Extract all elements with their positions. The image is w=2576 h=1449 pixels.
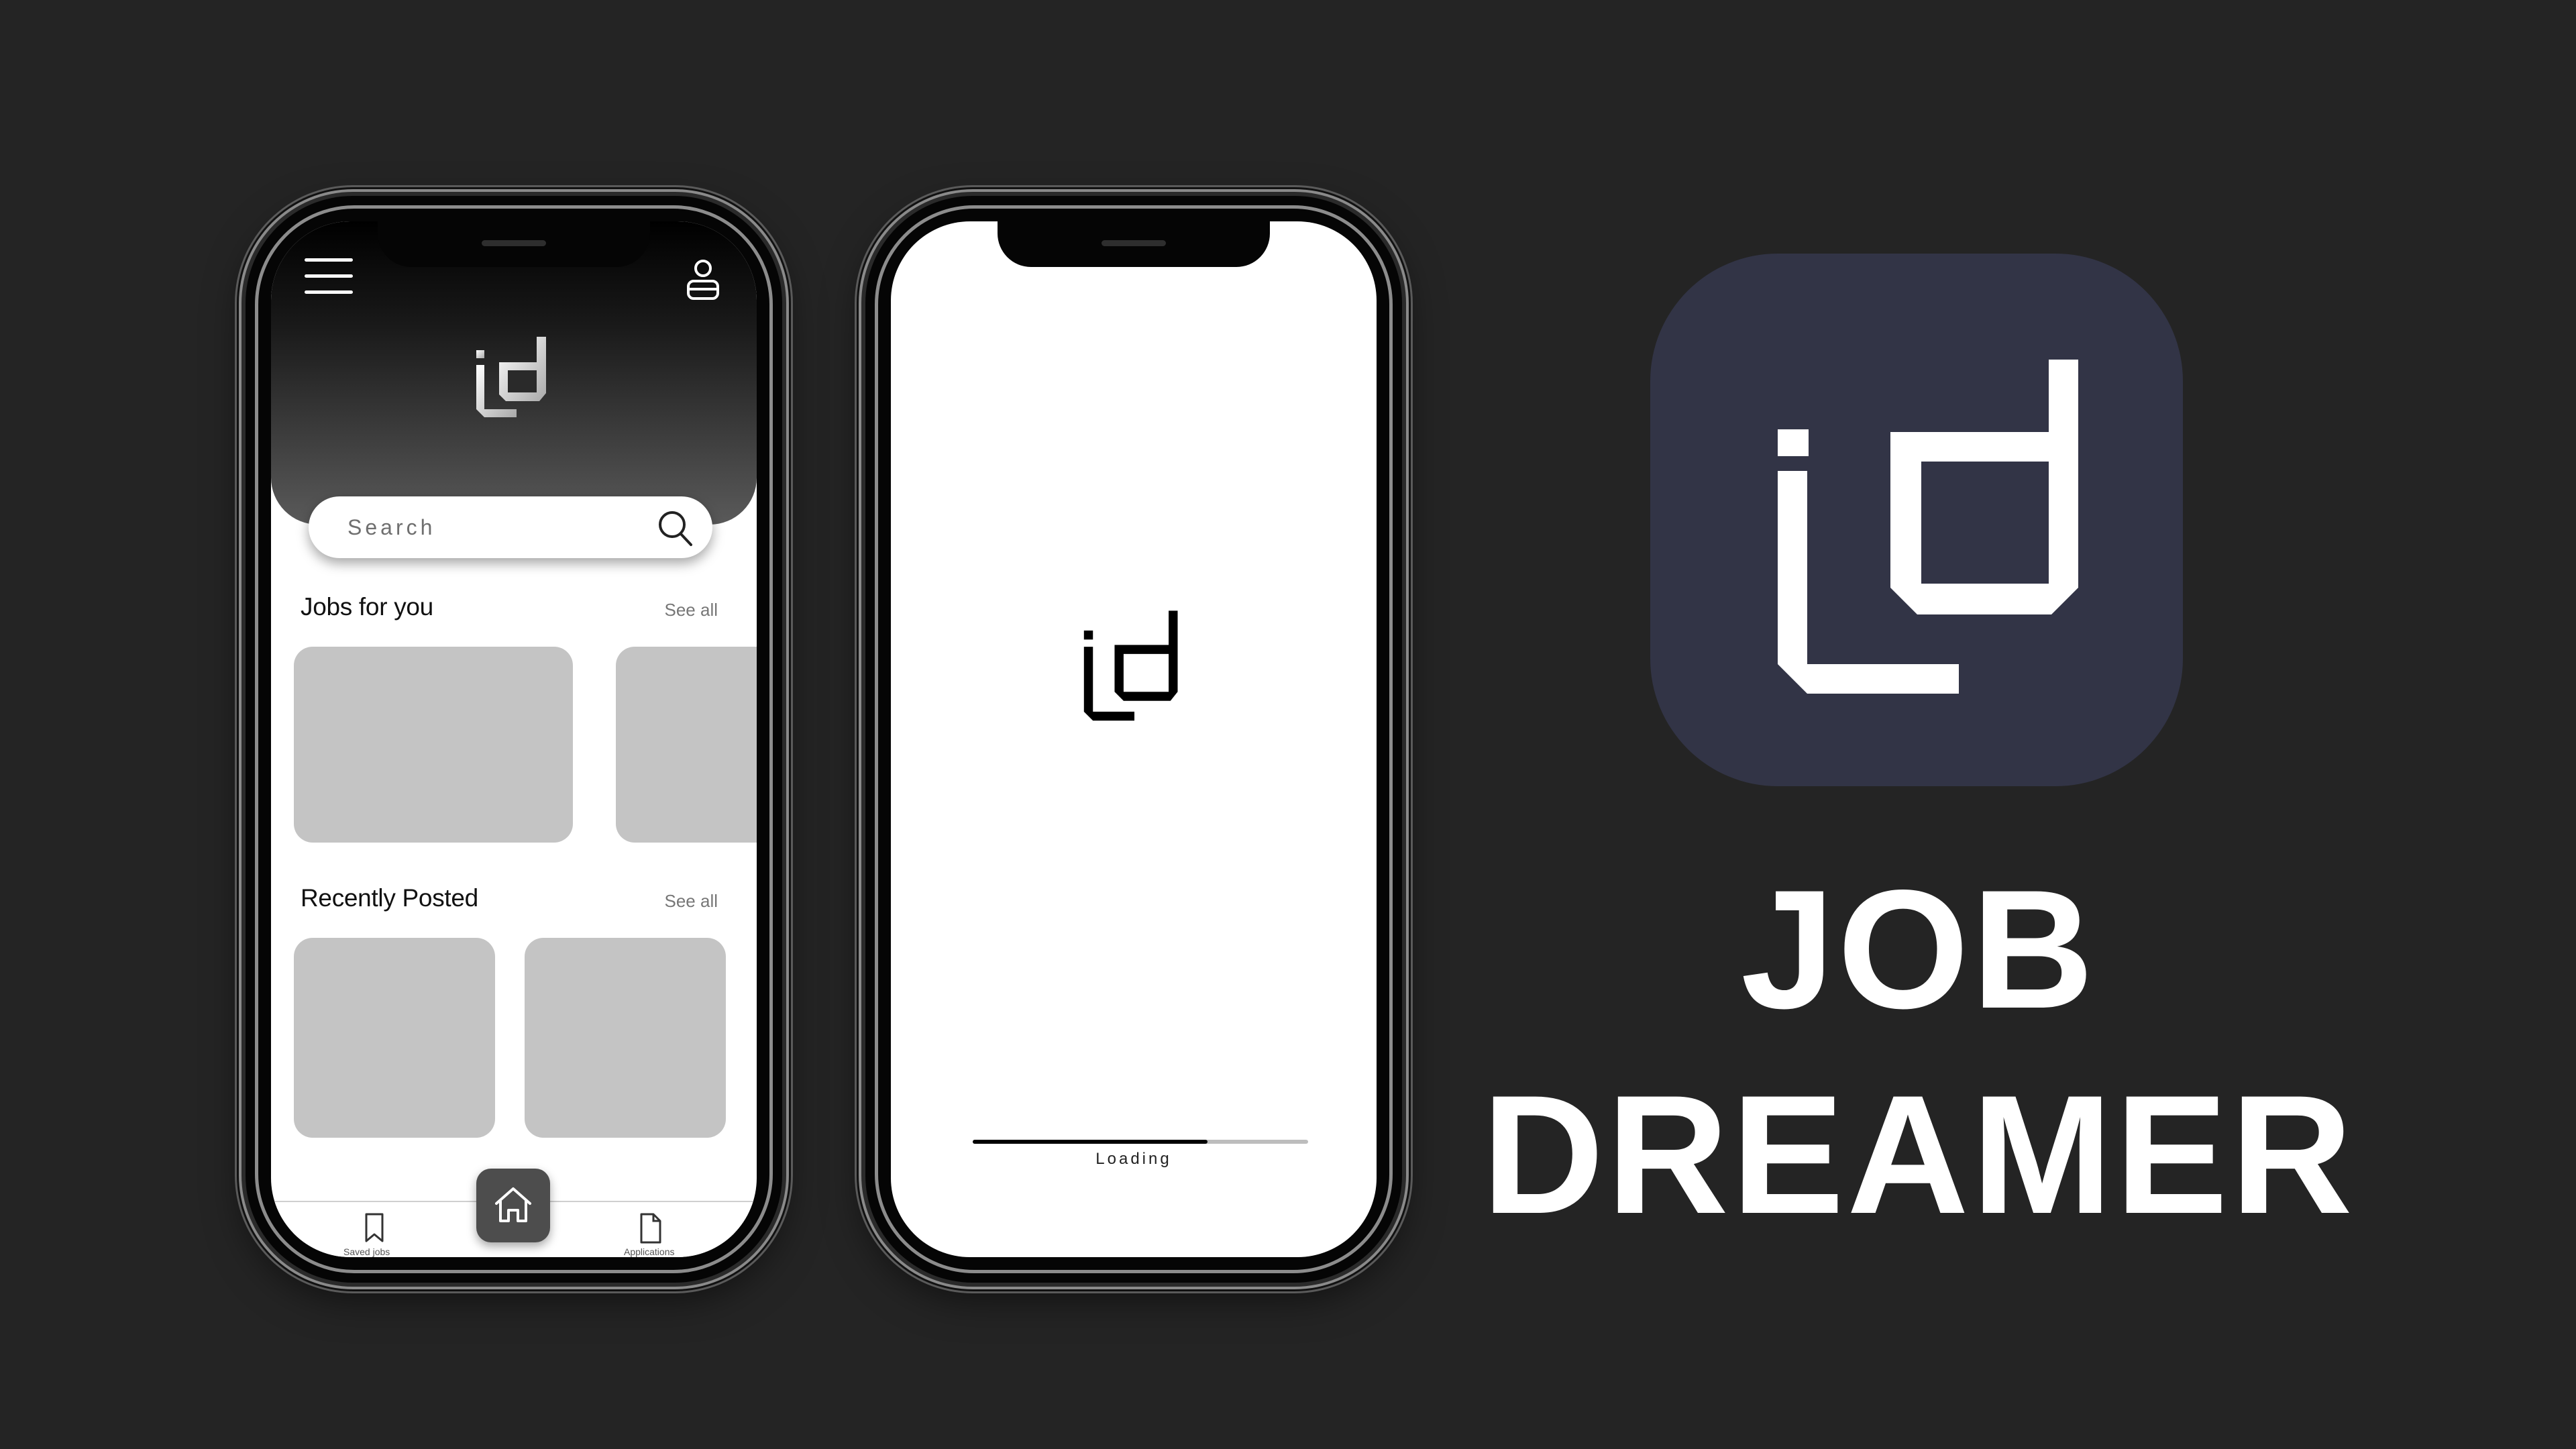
app-logo-icon (476, 337, 546, 417)
recently-posted-title: Recently Posted (301, 884, 478, 912)
home-button[interactable] (476, 1169, 550, 1242)
search-input[interactable]: Search (309, 496, 712, 558)
phone-notch (998, 221, 1270, 267)
speaker-grill (482, 240, 546, 246)
home-screen: Search Jobs for you See all Recently Pos… (271, 221, 757, 1257)
profile-icon[interactable] (686, 258, 720, 301)
loading-label: Loading (1095, 1150, 1172, 1168)
nav-label-saved: Saved jobs (343, 1246, 390, 1257)
app-logo-icon (1083, 610, 1178, 721)
brand-title-line2: DREAMER (1481, 1061, 2356, 1249)
phone-notch (378, 221, 650, 267)
job-card[interactable] (616, 647, 757, 843)
nav-label-applications: Applications (624, 1246, 675, 1257)
brand-title-line1: JOB (1740, 855, 2097, 1044)
recent-see-all-link[interactable]: See all (665, 891, 718, 912)
document-icon[interactable] (637, 1212, 664, 1245)
jobs-see-all-link[interactable]: See all (665, 600, 718, 621)
progress-fill (973, 1140, 1208, 1144)
bookmark-icon[interactable] (361, 1212, 388, 1245)
loading-progress-bar (973, 1140, 1308, 1144)
search-icon[interactable] (656, 508, 694, 547)
home-phone-mockup: Search Jobs for you See all Recently Pos… (246, 196, 782, 1283)
speaker-grill (1102, 240, 1166, 246)
app-icon (1650, 254, 2183, 786)
jobs-for-you-title: Jobs for you (301, 593, 433, 621)
loading-screen: Loading (891, 221, 1377, 1257)
recent-job-card[interactable] (525, 938, 726, 1138)
app-logo-icon (1778, 360, 2078, 694)
job-card[interactable] (294, 647, 573, 843)
hamburger-menu-icon[interactable] (305, 258, 354, 296)
home-icon (495, 1187, 531, 1222)
search-placeholder: Search (347, 515, 436, 539)
loading-phone-mockup: Loading (865, 196, 1402, 1283)
recent-job-card[interactable] (294, 938, 495, 1138)
